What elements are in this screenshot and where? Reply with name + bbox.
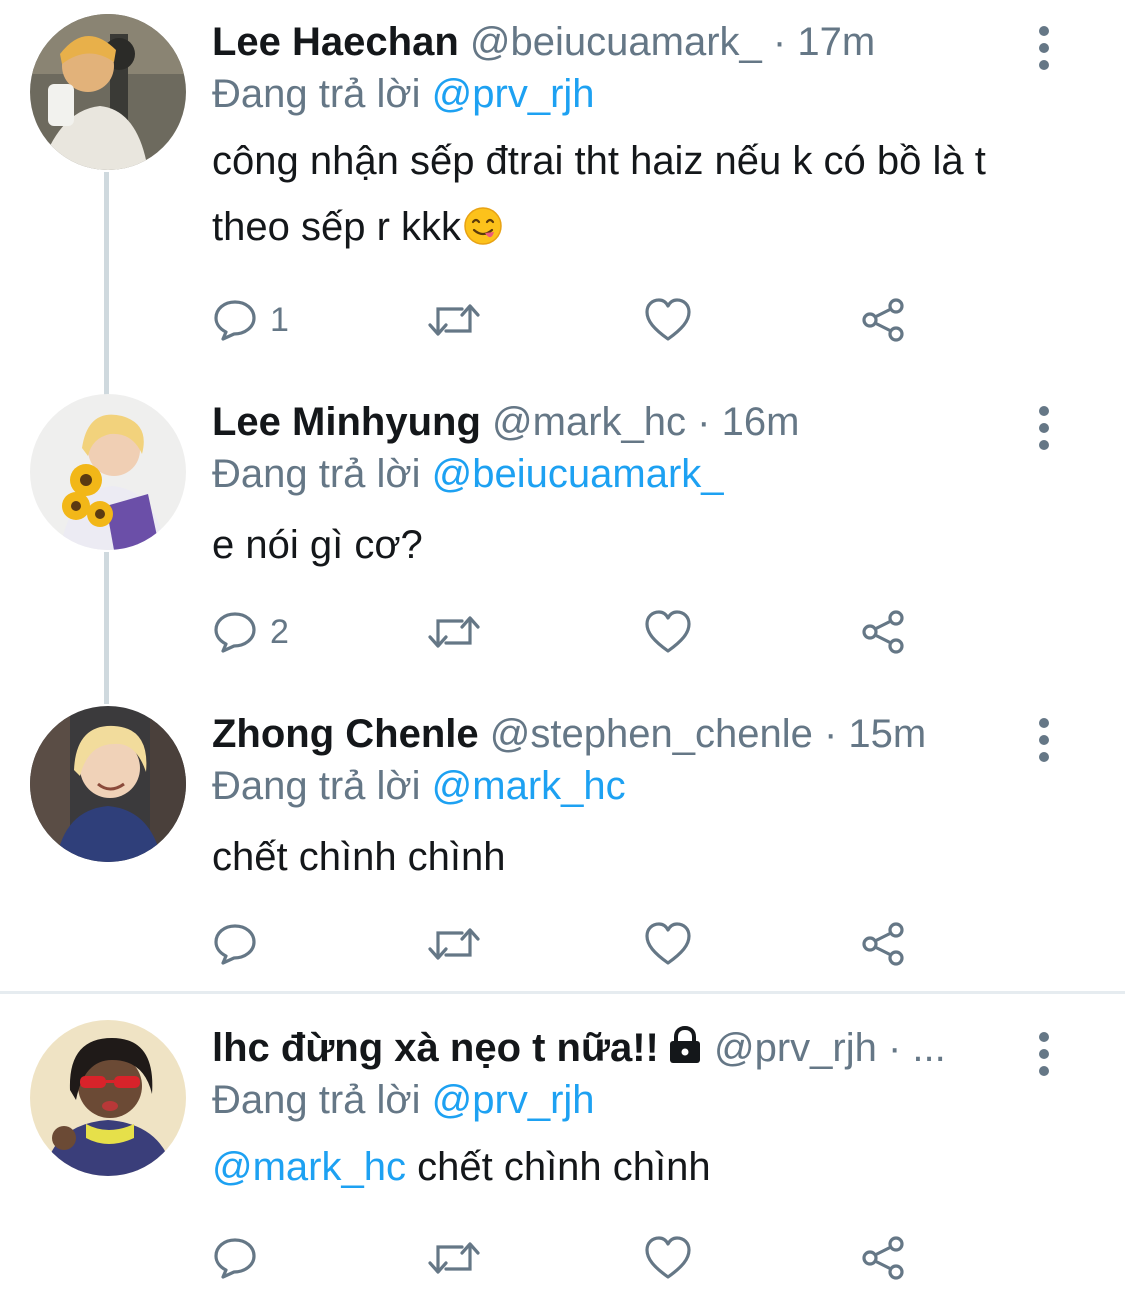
heart-icon — [644, 297, 692, 343]
share-button[interactable] — [860, 604, 908, 660]
heart-icon — [644, 921, 692, 967]
retweet-button[interactable] — [426, 916, 482, 972]
reply-button[interactable] — [212, 916, 270, 972]
like-button[interactable] — [644, 604, 692, 660]
tweet-header: lhc đừng xà nẹo t nữa!! @prv_rjh · ... — [212, 1020, 1015, 1076]
retweet-button[interactable] — [426, 604, 482, 660]
tweet-mention[interactable]: @mark_hc — [212, 1145, 406, 1189]
retweet-icon — [426, 921, 482, 967]
replying-to-label: Đang trả lời — [212, 72, 421, 116]
like-button[interactable] — [644, 1230, 692, 1286]
reply-button[interactable] — [212, 1230, 270, 1286]
share-icon — [860, 1234, 908, 1282]
more-vertical-icon[interactable] — [1026, 22, 1062, 70]
tweet-actions: 1 — [212, 292, 932, 348]
separator-dot: · — [887, 1026, 902, 1070]
separator-dot: · — [823, 712, 838, 756]
replying-to-mention[interactable]: @mark_hc — [432, 764, 626, 808]
display-name[interactable]: Zhong Chenle — [212, 712, 479, 756]
conversation-divider — [0, 991, 1125, 994]
display-name[interactable]: Lee Minhyung — [212, 400, 481, 444]
reply-icon — [212, 609, 258, 655]
thread-line — [104, 552, 109, 704]
user-handle[interactable]: @beiucuamark_ — [470, 20, 762, 64]
retweet-icon — [426, 297, 482, 343]
replying-to-mention[interactable]: @prv_rjh — [432, 72, 595, 116]
share-button[interactable] — [860, 1230, 908, 1286]
lock-icon — [667, 1024, 703, 1076]
retweet-button[interactable] — [426, 1230, 482, 1286]
replying-to: Đang trả lời @mark_hc — [212, 758, 626, 814]
timestamp[interactable]: 17m — [797, 20, 875, 64]
reply-icon — [212, 1235, 258, 1281]
more-vertical-icon[interactable] — [1026, 1028, 1062, 1076]
more-vertical-icon[interactable] — [1026, 402, 1062, 450]
tweet-header: Lee Minhyung @mark_hc · 16m — [212, 394, 1015, 450]
tweet-text-content: chết chình chình — [212, 835, 506, 879]
avatar[interactable] — [30, 14, 186, 170]
replying-to-label: Đang trả lời — [212, 452, 421, 496]
user-handle[interactable]: @prv_rjh — [714, 1026, 877, 1070]
avatar[interactable] — [30, 706, 186, 862]
tweet-text-content: e nói gì cơ? — [212, 523, 423, 567]
avatar[interactable] — [30, 1020, 186, 1176]
display-name[interactable]: lhc đừng xà nẹo t nữa!! — [212, 1026, 659, 1070]
tweet-text: @mark_hc chết chình chình — [212, 1134, 1072, 1200]
tweet-text-content: chết chình chình — [405, 1145, 711, 1189]
tweet-text-content: công nhận sếp đtrai tht haiz nếu k có bồ… — [212, 139, 986, 249]
like-button[interactable] — [644, 916, 692, 972]
share-icon — [860, 920, 908, 968]
display-name[interactable]: Lee Haechan — [212, 20, 459, 64]
replying-to-label: Đang trả lời — [212, 764, 421, 808]
reply-icon — [212, 297, 258, 343]
tweet-header: Zhong Chenle @stephen_chenle · 15m — [212, 706, 1015, 762]
tweet-text: công nhận sếp đtrai tht haiz nếu k có bồ… — [212, 128, 1072, 266]
retweet-icon — [426, 1235, 482, 1281]
savoring-food-face-icon — [463, 200, 503, 266]
replying-to-mention[interactable]: @prv_rjh — [432, 1078, 595, 1122]
retweet-icon — [426, 609, 482, 655]
reply-icon — [212, 921, 258, 967]
tweet-prv-rjh[interactable]: lhc đừng xà nẹo t nữa!! @prv_rjh · ... Đ… — [0, 1020, 1125, 1306]
reply-button[interactable]: 1 — [212, 292, 289, 348]
timestamp[interactable]: ... — [912, 1026, 945, 1070]
reply-count: 2 — [270, 612, 289, 651]
replying-to: Đang trả lời @prv_rjh — [212, 1072, 595, 1128]
share-icon — [860, 608, 908, 656]
tweet-actions — [212, 1230, 932, 1286]
separator-dot: · — [697, 400, 711, 444]
tweet-text: chết chình chình — [212, 824, 1072, 890]
tweet-lee-haechan[interactable]: Lee Haechan @beiucuamark_ · 17m Đang trả… — [0, 14, 1125, 404]
tweet-header: Lee Haechan @beiucuamark_ · 17m — [212, 14, 1015, 70]
reply-feed: Lee Haechan @beiucuamark_ · 17m Đang trả… — [0, 0, 1125, 1307]
replying-to: Đang trả lời @prv_rjh — [212, 66, 595, 122]
user-handle[interactable]: @stephen_chenle — [490, 712, 813, 756]
user-handle[interactable]: @mark_hc — [492, 400, 686, 444]
tweet-lee-minhyung[interactable]: Lee Minhyung @mark_hc · 16m Đang trả lời… — [0, 394, 1125, 704]
replying-to-mention[interactable]: @beiucuamark_ — [432, 452, 724, 496]
replying-to-label: Đang trả lời — [212, 1078, 421, 1122]
tweet-actions — [212, 916, 932, 972]
thread-line — [104, 172, 109, 404]
retweet-button[interactable] — [426, 292, 482, 348]
timestamp[interactable]: 16m — [722, 400, 800, 444]
timestamp[interactable]: 15m — [848, 712, 926, 756]
reply-count: 1 — [270, 300, 289, 339]
tweet-zhong-chenle[interactable]: Zhong Chenle @stephen_chenle · 15m Đang … — [0, 706, 1125, 986]
avatar[interactable] — [30, 394, 186, 550]
share-button[interactable] — [860, 916, 908, 972]
separator-dot: · — [772, 20, 787, 64]
heart-icon — [644, 609, 692, 655]
like-button[interactable] — [644, 292, 692, 348]
more-vertical-icon[interactable] — [1026, 714, 1062, 762]
share-button[interactable] — [860, 292, 908, 348]
tweet-actions: 2 — [212, 604, 932, 660]
replying-to: Đang trả lời @beiucuamark_ — [212, 446, 724, 502]
reply-button[interactable]: 2 — [212, 604, 289, 660]
heart-icon — [644, 1235, 692, 1281]
tweet-text: e nói gì cơ? — [212, 512, 1072, 578]
share-icon — [860, 296, 908, 344]
